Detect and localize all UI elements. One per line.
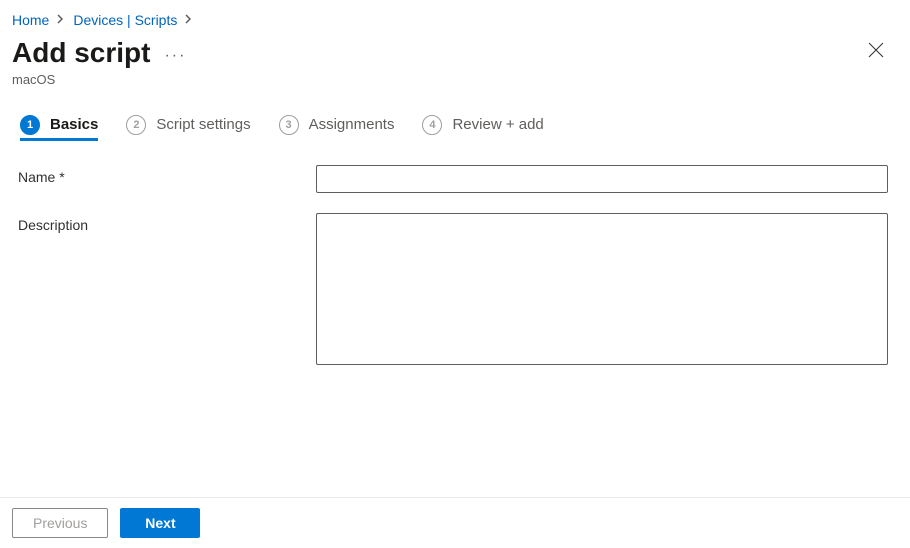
form-basics: Name * Description — [12, 165, 894, 365]
page-header: Add script ··· — [12, 36, 894, 70]
step-number-badge: 3 — [279, 115, 299, 135]
breadcrumb-home[interactable]: Home — [12, 12, 49, 28]
step-script-settings[interactable]: 2 Script settings — [126, 115, 250, 141]
step-label: Script settings — [156, 116, 250, 133]
name-label: Name * — [18, 165, 316, 185]
description-label: Description — [18, 213, 316, 233]
wizard-footer: Previous Next — [0, 497, 910, 548]
step-label: Basics — [50, 116, 98, 133]
step-number-badge: 4 — [422, 115, 442, 135]
breadcrumb-devices-scripts[interactable]: Devices | Scripts — [73, 12, 177, 28]
more-icon[interactable]: ··· — [164, 41, 186, 65]
page-title: Add script — [12, 36, 150, 70]
step-assignments[interactable]: 3 Assignments — [279, 115, 395, 141]
step-basics[interactable]: 1 Basics — [20, 115, 98, 141]
chevron-right-icon — [57, 13, 65, 27]
step-number-badge: 2 — [126, 115, 146, 135]
step-label: Review + add — [452, 116, 543, 133]
page-subtitle: macOS — [12, 72, 894, 87]
step-label: Assignments — [309, 116, 395, 133]
next-button[interactable]: Next — [120, 508, 200, 538]
name-input[interactable] — [316, 165, 888, 193]
close-button[interactable] — [864, 38, 888, 65]
breadcrumb: Home Devices | Scripts — [12, 12, 894, 28]
wizard-stepper: 1 Basics 2 Script settings 3 Assignments… — [12, 115, 894, 141]
step-number-badge: 1 — [20, 115, 40, 135]
step-review-add[interactable]: 4 Review + add — [422, 115, 543, 141]
previous-button[interactable]: Previous — [12, 508, 108, 538]
chevron-right-icon — [185, 13, 193, 27]
description-input[interactable] — [316, 213, 888, 365]
